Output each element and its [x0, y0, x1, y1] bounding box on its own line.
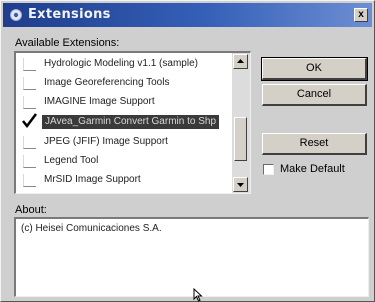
checkbox-icon[interactable] [23, 58, 36, 71]
list-item[interactable]: Hydrologic Modeling v1.1 (sample) [16, 55, 231, 73]
close-button[interactable]: x [354, 8, 368, 22]
make-default-label: Make Default [280, 163, 345, 175]
checkbox-icon[interactable] [23, 136, 36, 149]
checkbox-icon[interactable] [23, 155, 36, 168]
vertical-scrollbar[interactable] [232, 53, 250, 193]
arrow-up-icon [237, 59, 244, 63]
list-item[interactable]: JPEG (JFIF) Image Support [16, 133, 231, 151]
about-text: (c) Heisei Comunicaciones S.A. [21, 223, 162, 234]
arrow-down-icon [237, 183, 244, 187]
reset-button[interactable]: Reset [262, 133, 367, 155]
checkmark-icon[interactable] [22, 113, 37, 129]
cancel-button[interactable]: Cancel [262, 84, 367, 106]
extension-label: MrSID Image Support [44, 174, 141, 185]
extensions-dialog: Extensions x Available Extensions: Hydro… [0, 0, 375, 302]
about-label: About: [15, 204, 47, 216]
checkbox-icon[interactable] [23, 96, 36, 109]
scroll-thumb[interactable] [234, 117, 247, 161]
list-item[interactable]: MrSID Image Support [16, 171, 231, 189]
about-textbox: (c) Heisei Comunicaciones S.A. [14, 217, 369, 297]
list-item[interactable]: IMAGINE Image Support [16, 93, 231, 111]
extensions-list[interactable]: Hydrologic Modeling v1.1 (sample) Image … [14, 51, 251, 194]
extension-label: Image Georeferencing Tools [44, 77, 170, 88]
extension-label: Legend Tool [44, 155, 99, 166]
list-item[interactable]: Image Georeferencing Tools [16, 74, 231, 92]
list-item[interactable]: Legend Tool [16, 152, 231, 170]
title-bar[interactable]: Extensions x [3, 3, 372, 27]
ok-button[interactable]: OK [261, 57, 368, 81]
mouse-cursor-icon [193, 288, 203, 302]
scroll-down-button[interactable] [233, 177, 248, 192]
list-item-selected[interactable]: JAvea_Garmin Convert Garmin to Shp [16, 113, 231, 131]
app-icon [10, 9, 22, 21]
scroll-up-button[interactable] [233, 54, 248, 69]
extension-label: JAvea_Garmin Convert Garmin to Shp [42, 115, 220, 129]
make-default-checkbox[interactable] [263, 164, 274, 175]
extension-label: Hydrologic Modeling v1.1 (sample) [44, 58, 198, 69]
close-icon: x [358, 9, 364, 20]
extension-label: IMAGINE Image Support [44, 96, 155, 107]
checkbox-icon[interactable] [23, 77, 36, 90]
checkbox-icon[interactable] [23, 174, 36, 187]
available-extensions-label: Available Extensions: [15, 37, 120, 49]
extension-label: JPEG (JFIF) Image Support [44, 136, 168, 147]
window-title: Extensions [28, 7, 111, 22]
